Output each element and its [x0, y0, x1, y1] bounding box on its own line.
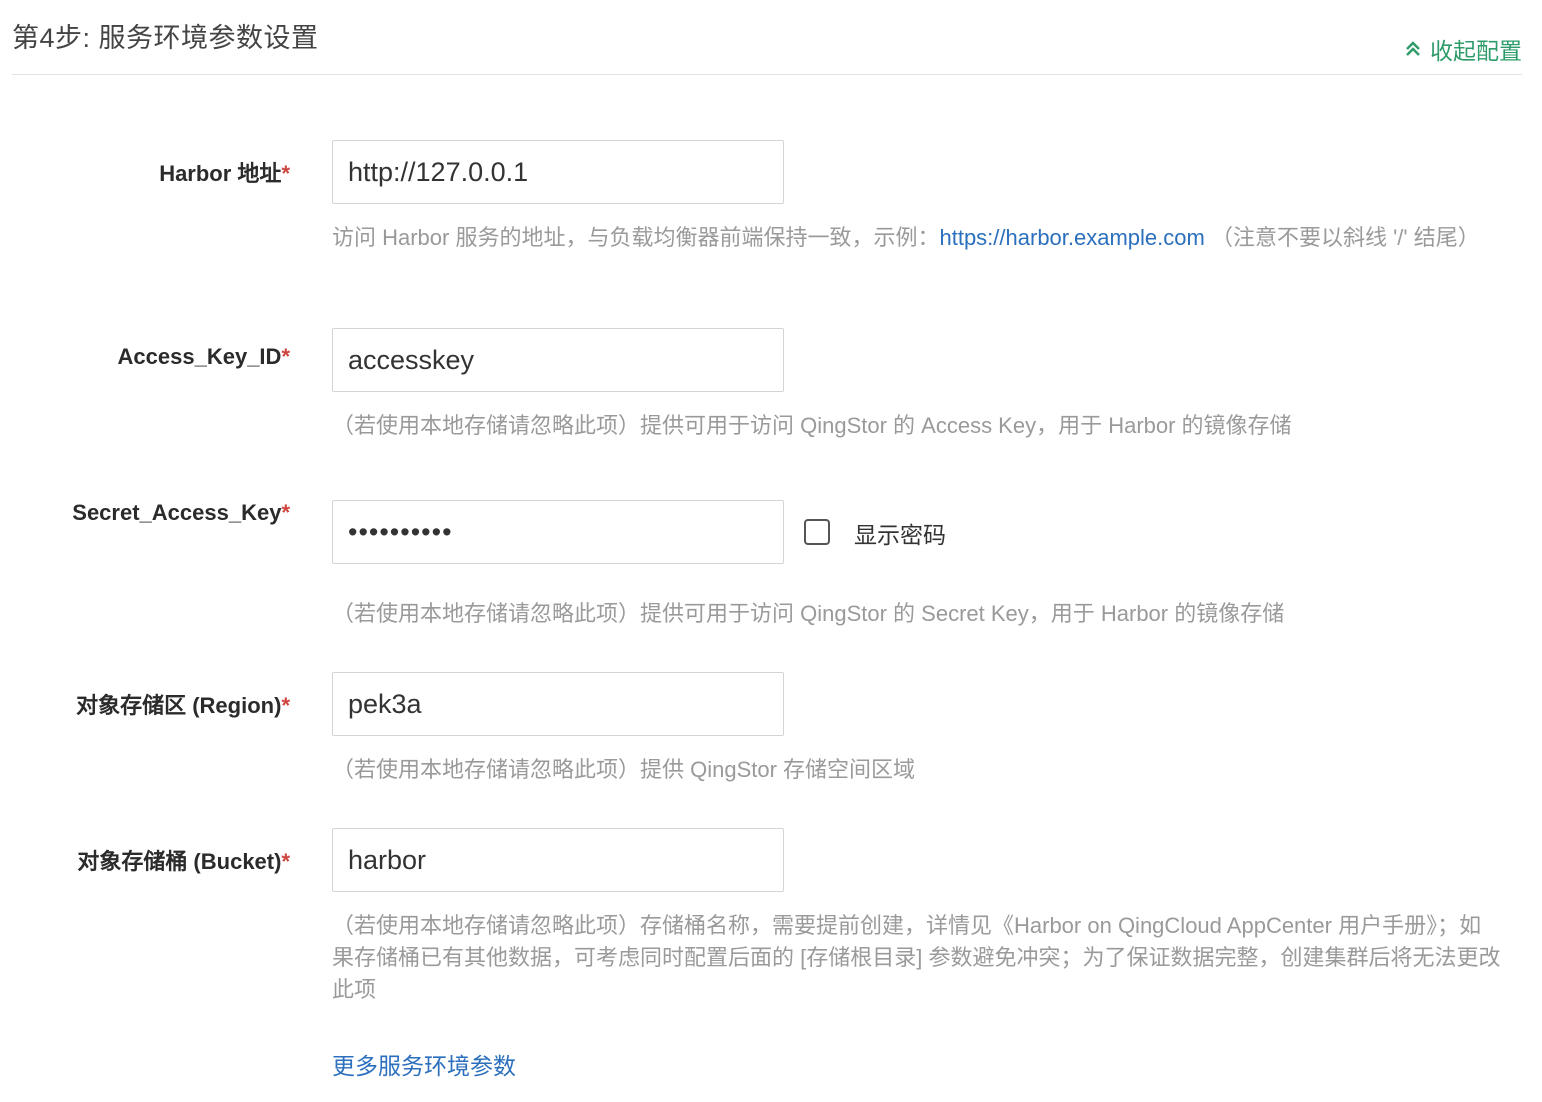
harbor-address-help: 访问 Harbor 服务的地址，与负载均衡器前端保持一致，示例：https://… [332, 225, 1480, 250]
secret-access-key-label: Secret_Access_Key* [72, 500, 290, 525]
required-marker: * [281, 344, 290, 369]
double-chevron-up-icon [1406, 41, 1420, 56]
access-key-id-help: （若使用本地存储请忽略此项）提供可用于访问 QingStor 的 Access … [332, 413, 1292, 438]
harbor-example-link[interactable]: https://harbor.example.com [939, 225, 1204, 250]
collapse-config-link[interactable]: 收起配置 [1404, 32, 1522, 66]
required-marker: * [281, 849, 290, 874]
access-key-id-label: Access_Key_ID* [117, 344, 290, 369]
access-key-id-input[interactable]: accesskey [332, 328, 784, 392]
secret-access-key-value: •••••••••• [348, 516, 453, 547]
harbor-address-value: http://127.0.0.1 [348, 156, 529, 187]
region-value: pek3a [348, 688, 422, 719]
bucket-value: harbor [348, 844, 427, 875]
required-marker: * [281, 693, 290, 718]
step-title: 第4步: 服务环境参数设置 [12, 23, 319, 53]
region-help: （若使用本地存储请忽略此项）提供 QingStor 存储空间区域 [332, 757, 916, 782]
show-password-checkbox[interactable] [804, 519, 830, 545]
more-params-link[interactable]: 更多服务环境参数 [332, 1047, 516, 1081]
region-input[interactable]: pek3a [332, 672, 784, 736]
collapse-config-label: 收起配置 [1430, 38, 1522, 64]
show-password-label[interactable]: 显示密码 [854, 516, 946, 550]
harbor-address-input[interactable]: http://127.0.0.1 [332, 140, 784, 204]
harbor-address-label: Harbor 地址* [159, 161, 290, 186]
required-marker: * [281, 500, 290, 525]
bucket-help: （若使用本地存储请忽略此项）存储桶名称，需要提前创建，详情见《Harbor on… [332, 913, 1501, 1002]
access-key-id-value: accesskey [348, 344, 475, 375]
region-label: 对象存储区 (Region)* [76, 693, 290, 718]
required-marker: * [281, 161, 290, 186]
bucket-input[interactable]: harbor [332, 828, 784, 892]
secret-access-key-help: （若使用本地存储请忽略此项）提供可用于访问 QingStor 的 Secret … [332, 601, 1285, 626]
bucket-label: 对象存储桶 (Bucket)* [77, 849, 290, 874]
secret-access-key-input[interactable]: •••••••••• [332, 500, 784, 564]
header-divider [12, 74, 1522, 75]
